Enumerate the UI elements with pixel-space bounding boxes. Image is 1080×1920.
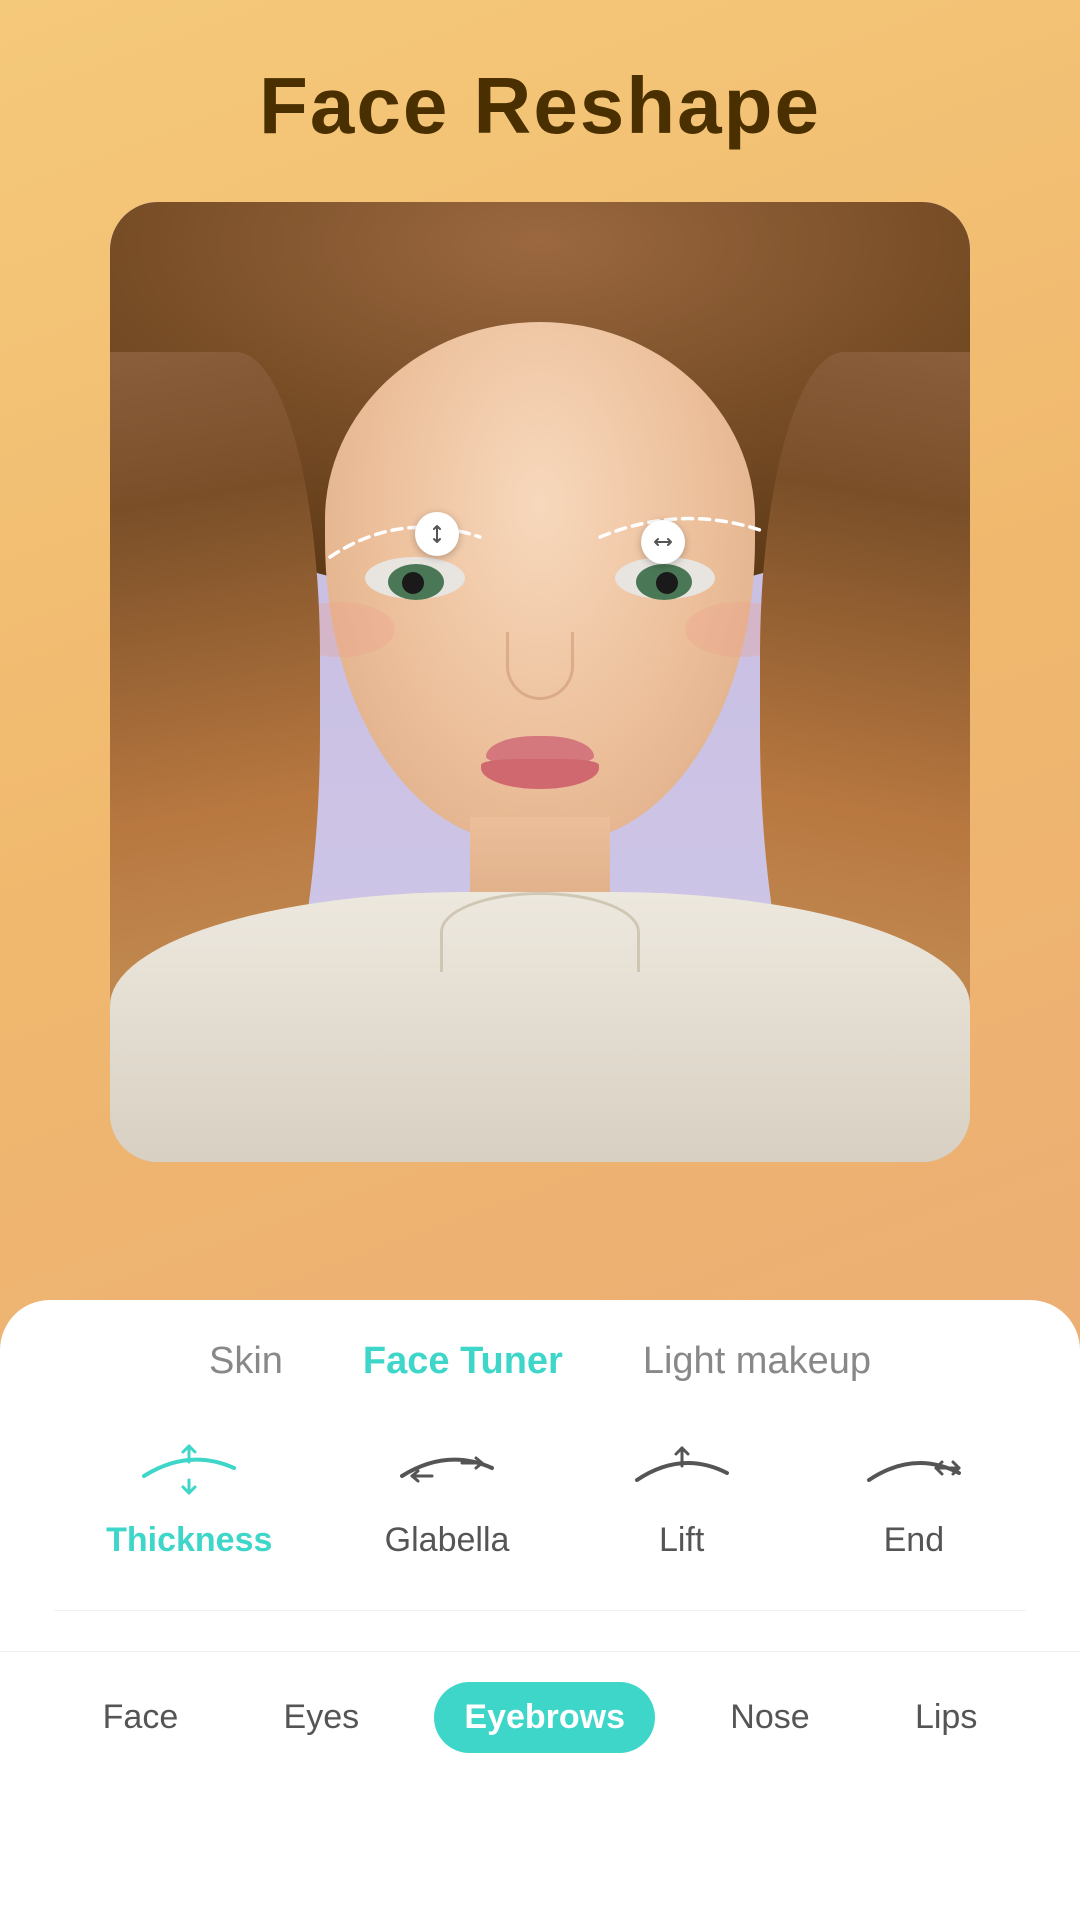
photo-container [110, 202, 970, 1162]
page-title: Face Reshape [0, 0, 1080, 152]
tab-skin[interactable]: Skin [209, 1340, 283, 1383]
tool-lift[interactable]: Lift [622, 1433, 742, 1560]
lift-label: Lift [659, 1521, 704, 1560]
tool-thickness[interactable]: Thickness [106, 1433, 272, 1560]
tool-glabella[interactable]: Glabella [385, 1433, 510, 1560]
thickness-icon [129, 1433, 249, 1503]
bottom-nav: Face Eyes Eyebrows Nose Lips [0, 1651, 1080, 1753]
thickness-label: Thickness [106, 1521, 272, 1560]
nav-eyes[interactable]: Eyes [254, 1682, 390, 1753]
drag-handle-left[interactable] [415, 512, 459, 556]
glabella-icon [387, 1433, 507, 1503]
tool-end[interactable]: End [854, 1433, 974, 1560]
end-label: End [884, 1521, 945, 1560]
lift-icon [622, 1433, 742, 1503]
nav-eyebrows[interactable]: Eyebrows [434, 1682, 655, 1753]
category-tabs: Skin Face Tuner Light makeup [0, 1340, 1080, 1383]
glabella-label: Glabella [385, 1521, 510, 1560]
bottom-panel: Skin Face Tuner Light makeup Thickness [0, 1300, 1080, 1920]
tab-face-tuner[interactable]: Face Tuner [363, 1340, 563, 1383]
divider [54, 1610, 1026, 1611]
drag-handle-right[interactable] [641, 520, 685, 564]
nav-lips[interactable]: Lips [885, 1682, 1007, 1753]
tool-options: Thickness Glabella [0, 1433, 1080, 1560]
nav-face[interactable]: Face [73, 1682, 209, 1753]
tab-light-makeup[interactable]: Light makeup [643, 1340, 871, 1383]
portrait-image [110, 202, 970, 1162]
nav-nose[interactable]: Nose [700, 1682, 839, 1753]
end-icon [854, 1433, 974, 1503]
